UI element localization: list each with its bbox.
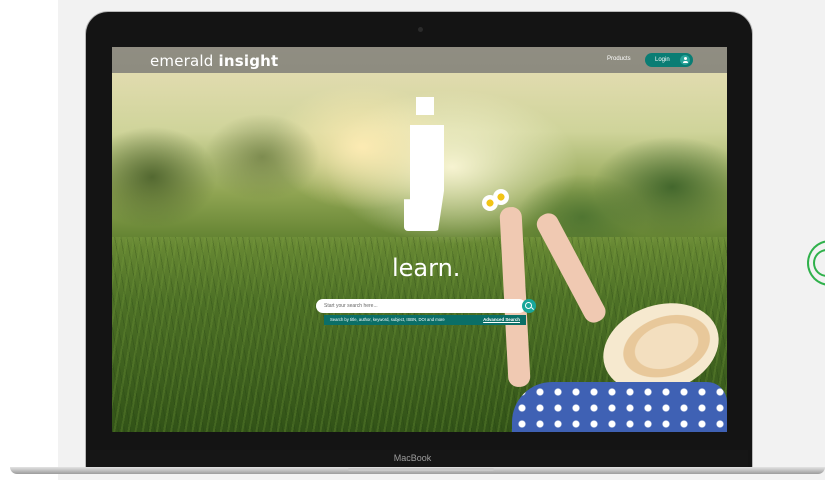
search-module: Start your search here... Search by titl… (316, 299, 536, 327)
advanced-search-link[interactable]: Advanced Search (483, 315, 520, 325)
hero-tagline: learn. (392, 254, 461, 282)
brand-i-stem-icon (404, 125, 444, 231)
brand-light: emerald (150, 52, 214, 70)
products-link[interactable]: Products (607, 56, 631, 62)
site-header: emerald insight Products Login (112, 47, 727, 73)
site-logo[interactable]: emerald insight (150, 52, 278, 70)
laptop-brand-label: MacBook (393, 453, 432, 463)
brand-i-dot-icon (416, 97, 434, 115)
login-label: Login (655, 57, 670, 63)
search-help-bar: Search by title, author, keyword, subjec… (324, 315, 526, 325)
camera-dot-icon (418, 27, 423, 32)
website-screen: emerald insight Products Login learn. St… (112, 47, 727, 432)
laptop-hinge (348, 468, 494, 471)
brand-bold: insight (218, 52, 279, 70)
search-help-text: Search by title, author, keyword, subjec… (330, 317, 445, 322)
search-input[interactable]: Start your search here... (316, 299, 526, 313)
daisy-flower-icon (493, 189, 509, 205)
dress-image (512, 382, 727, 432)
login-button[interactable]: Login (645, 53, 693, 67)
search-icon[interactable] (522, 299, 536, 313)
user-icon (680, 55, 690, 65)
